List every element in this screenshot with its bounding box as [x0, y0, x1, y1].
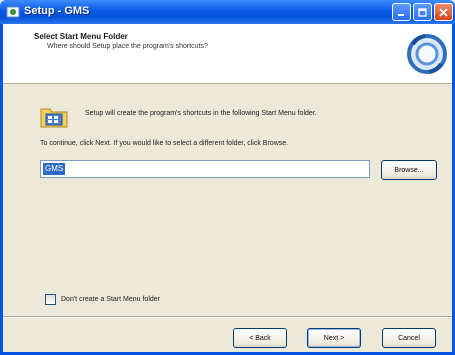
setup-wizard-icon: [407, 34, 447, 74]
minimize-icon: [398, 13, 404, 16]
no-start-menu-folder-option[interactable]: Don't create a Start Menu folder: [45, 294, 160, 305]
info-text: Setup will create the program's shortcut…: [85, 110, 317, 117]
title-bar[interactable]: Setup - GMS: [0, 0, 455, 24]
page-title: Select Start Menu Folder: [34, 32, 128, 41]
cancel-button-label: Cancel: [398, 334, 420, 342]
page-subtitle: Where should Setup place the program's s…: [47, 43, 208, 50]
no-start-menu-folder-checkbox[interactable]: [45, 294, 56, 305]
back-button[interactable]: < Back: [233, 328, 287, 348]
window-title: Setup - GMS: [24, 5, 90, 17]
next-button-label: Next >: [323, 334, 345, 342]
next-button[interactable]: Next >: [307, 328, 361, 348]
folder-input-value: GMS: [43, 163, 66, 175]
wizard-header: Select Start Menu Folder Where should Se…: [3, 24, 452, 84]
back-button-label: < Back: [249, 334, 271, 342]
cancel-button[interactable]: Cancel: [382, 328, 436, 348]
start-menu-folder-icon: [40, 108, 68, 128]
maximize-icon: [418, 7, 427, 17]
maximize-button[interactable]: [413, 3, 432, 21]
footer-separator: [3, 316, 452, 318]
minimize-button[interactable]: [392, 3, 411, 21]
close-icon: [439, 7, 448, 17]
start-menu-folder-input[interactable]: GMS: [40, 160, 370, 178]
browse-button[interactable]: Browse...: [381, 160, 437, 180]
continue-instructions: To continue, click Next. If you would li…: [40, 140, 289, 147]
setup-icon: [6, 6, 20, 18]
browse-button-label: Browse...: [394, 166, 424, 174]
close-button[interactable]: [434, 3, 453, 21]
checkbox-label: Don't create a Start Menu folder: [61, 296, 160, 303]
setup-window: Setup - GMS Select Start Menu Folder Whe…: [0, 0, 455, 355]
wizard-body: Setup will create the program's shortcut…: [3, 84, 452, 314]
